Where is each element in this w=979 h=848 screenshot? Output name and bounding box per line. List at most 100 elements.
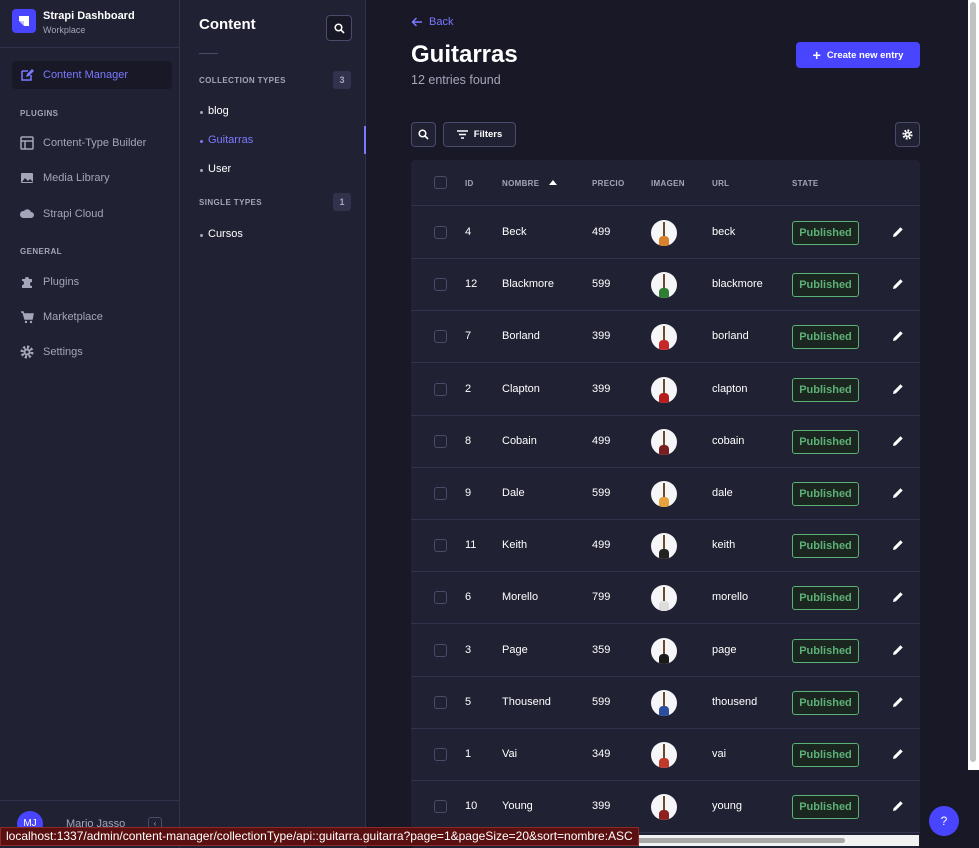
table-row[interactable]: 8 Cobain 499 cobain Published [411,416,920,468]
help-button[interactable]: ? [929,806,959,836]
table-row[interactable]: 6 Morello 799 morello Published [411,572,920,625]
content-subnav: Content COLLECTION TYPES 3 blog Guitarra… [180,0,366,848]
row-checkbox[interactable] [434,226,447,239]
status-badge: Published [792,534,859,559]
guitar-body [659,444,669,455]
cell-url: thousend [712,695,758,708]
nav-item-settings[interactable]: Settings [20,343,83,361]
row-checkbox[interactable] [434,382,447,396]
row-checkbox[interactable] [434,591,447,605]
pencil-icon[interactable] [892,644,904,656]
cell-id: 7 [465,330,472,343]
nav-item-plugins[interactable]: Plugins [20,273,79,291]
column-header-precio[interactable]: PRECIO [592,179,624,188]
row-checkbox[interactable] [434,330,447,344]
pencil-icon[interactable] [892,278,904,290]
select-all-checkbox[interactable] [434,176,447,189]
nav-item-content-type-builder[interactable]: Content-Type Builder [20,134,146,152]
cell-id: 10 [465,800,478,813]
pencil-icon[interactable] [892,800,904,812]
row-checkbox[interactable] [434,695,447,709]
page-title: Guitarras [411,41,518,68]
column-header-imagen: IMAGEN [651,179,685,188]
search-icon [334,23,345,34]
table-row[interactable]: 9 Dale 599 dale Published [411,468,920,520]
back-link[interactable]: Back [411,16,453,28]
nav-item-content-manager[interactable]: Content Manager [20,66,128,84]
table-settings-button[interactable] [895,122,920,147]
strapi-logo-icon [12,9,36,33]
nav-item-strapi-cloud[interactable]: Strapi Cloud [19,205,104,223]
nav-label: Media Library [43,172,110,184]
column-label: NOMBRE [502,179,540,188]
table-row[interactable]: 10 Young 399 young Published [411,781,920,834]
row-checkbox[interactable] [434,800,447,814]
table-row[interactable]: 3 Page 359 page Published [411,625,920,677]
pencil-icon[interactable] [892,696,904,708]
cell-id: 3 [465,643,472,656]
main-content: Back Guitarras 12 entries found + Create… [366,0,979,848]
cell-id: 5 [465,695,472,708]
subnav-item-cursos[interactable]: Cursos [200,228,243,240]
table-search-button[interactable] [411,122,436,147]
guitar-thumbnail [651,794,677,821]
column-header-url[interactable]: URL [712,179,729,188]
table-row[interactable]: 4 Beck 499 beck Published [411,207,920,259]
pencil-icon[interactable] [892,487,904,499]
pencil-icon[interactable] [892,591,904,603]
gear-icon [902,129,913,140]
guitar-thumbnail [651,533,677,560]
subnav-search-button[interactable] [326,15,352,41]
table-row[interactable]: 1 Vai 349 vai Published [411,729,920,781]
pencil-icon[interactable] [892,435,904,447]
filter-icon [456,130,468,139]
status-badge: Published [792,429,859,454]
table-row[interactable]: 7 Borland 399 borland Published [411,311,920,364]
cell-url: keith [712,539,736,552]
cell-precio: 499 [592,539,611,552]
table-row[interactable]: 5 Thousend 599 thousend Published [411,677,920,729]
cell-nombre: Keith [502,539,528,552]
pencil-icon[interactable] [892,539,904,551]
row-checkbox[interactable] [434,748,447,761]
subnav-item-blog[interactable]: blog [200,105,229,117]
row-checkbox[interactable] [434,434,447,448]
subnav-item-guitarras[interactable]: Guitarras [199,134,253,146]
create-new-entry-button[interactable]: + Create new entry [796,42,920,68]
cell-nombre: Beck [502,226,527,238]
cell-id: 2 [465,382,472,395]
pencil-icon[interactable] [892,748,904,760]
row-checkbox[interactable] [434,643,447,657]
filters-button[interactable]: Filters [443,122,516,147]
filters-label: Filters [473,129,503,140]
pencil-icon[interactable] [892,383,904,395]
nav-item-marketplace[interactable]: Marketplace [20,308,103,326]
layout-icon [20,136,34,150]
table-row[interactable]: 2 Clapton 399 clapton Published [411,364,920,416]
cell-id: 6 [465,591,472,604]
pencil-icon[interactable] [892,330,904,342]
page-scrollbar[interactable] [968,0,979,770]
nav-item-media-library[interactable]: Media Library [20,169,110,187]
column-header-nombre[interactable]: NOMBRE [502,179,557,188]
column-header-id[interactable]: ID [465,179,474,188]
guitar-thumbnail [651,272,677,299]
subnav-item-user[interactable]: User [199,163,231,175]
cell-id: 4 [465,226,472,238]
scrollbar-thumb[interactable] [970,2,976,762]
status-badge: Published [792,690,859,715]
pencil-icon[interactable] [892,226,904,238]
puzzle-icon [20,275,34,289]
cell-id: 8 [465,434,472,447]
image-icon [20,171,34,185]
table-row[interactable]: 11 Keith 499 keith Published [411,520,920,573]
entries-table: ID NOMBRE PRECIO IMAGEN URL STATE 4 Beck 4… [411,160,920,848]
sort-ascending-icon [548,180,557,185]
guitar-body [659,340,669,351]
cell-url: borland [712,330,749,343]
guitar-body [659,392,669,403]
row-checkbox[interactable] [434,278,447,292]
row-checkbox[interactable] [434,539,447,553]
row-checkbox[interactable] [434,487,447,500]
table-row[interactable]: 12 Blackmore 599 blackmore Published [411,259,920,312]
